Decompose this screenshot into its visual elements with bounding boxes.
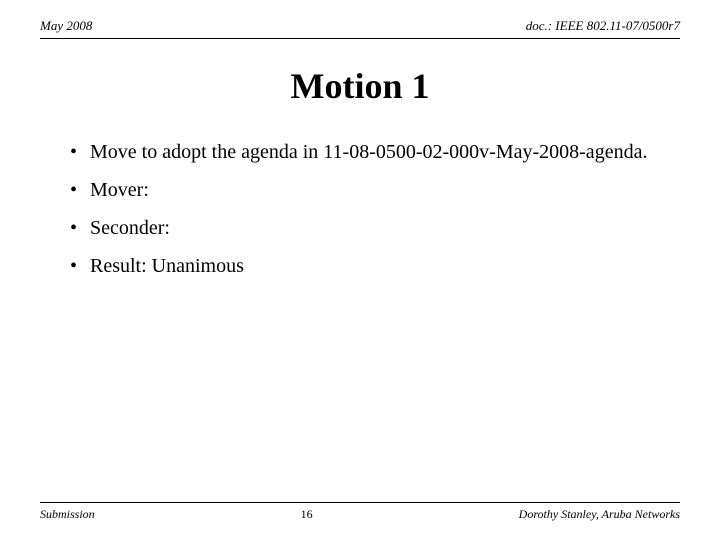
footer-submission: Submission: [40, 507, 95, 522]
slide: May 2008 doc.: IEEE 802.11-07/0500r7 Mot…: [0, 0, 720, 540]
header-doc: doc.: IEEE 802.11-07/0500r7: [526, 18, 680, 34]
slide-header: May 2008 doc.: IEEE 802.11-07/0500r7: [40, 18, 680, 39]
footer-page-number: 16: [301, 507, 313, 522]
list-item: Result: Unanimous: [70, 251, 660, 281]
slide-footer: Submission 16 Dorothy Stanley, Aruba Net…: [40, 502, 680, 522]
list-item: Seconder:: [70, 213, 660, 243]
header-date: May 2008: [40, 18, 92, 34]
slide-title: Motion 1: [40, 65, 680, 107]
bullet-list: Move to adopt the agenda in 11-08-0500-0…: [70, 137, 660, 281]
content-area: Move to adopt the agenda in 11-08-0500-0…: [40, 137, 680, 502]
list-item: Move to adopt the agenda in 11-08-0500-0…: [70, 137, 660, 167]
title-area: Motion 1: [40, 65, 680, 107]
list-item: Mover:: [70, 175, 660, 205]
footer-author: Dorothy Stanley, Aruba Networks: [519, 507, 680, 522]
